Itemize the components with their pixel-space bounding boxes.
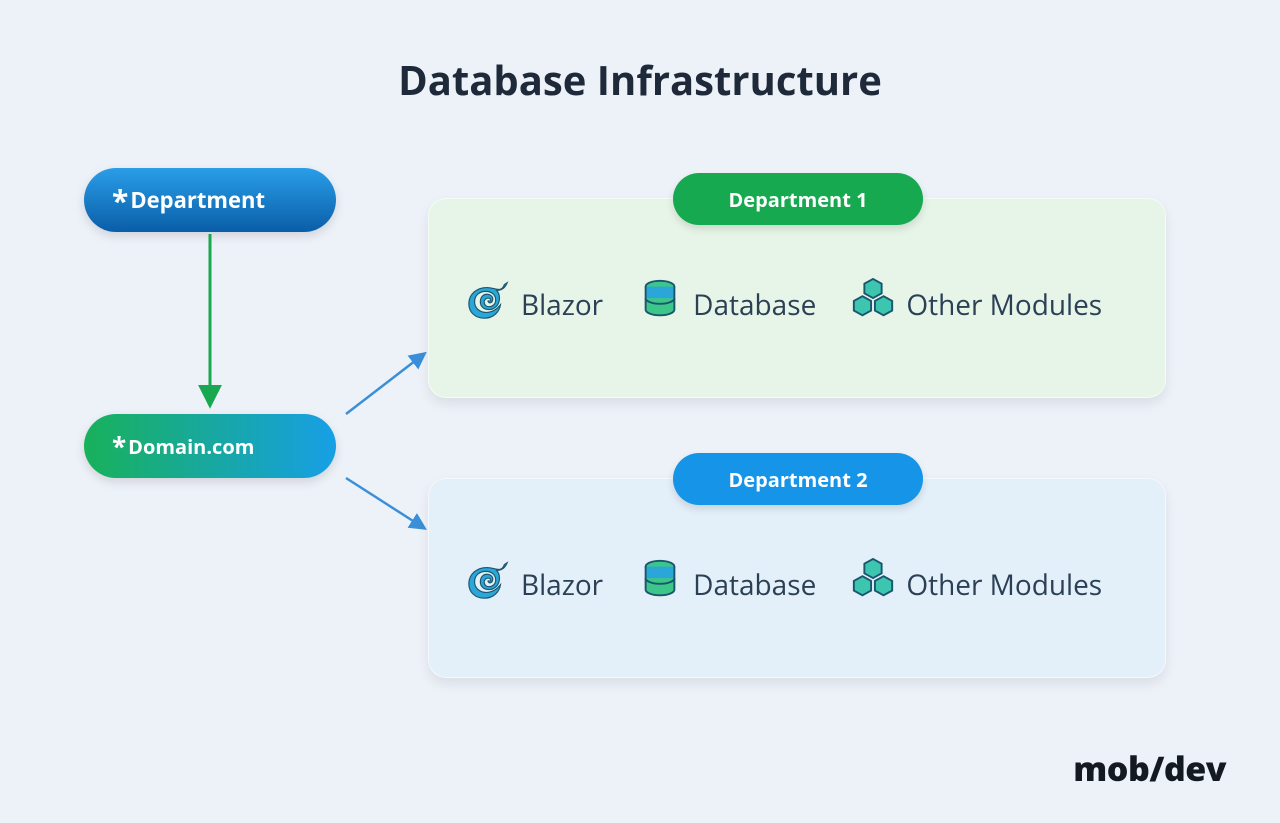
arrow-domain-to-dept1: [342, 348, 432, 418]
brand-part2: dev: [1164, 745, 1226, 791]
brand-part1: mob: [1073, 745, 1149, 791]
card1-modules: Blazor Database: [465, 277, 1145, 332]
node-department: *Department: [84, 168, 336, 232]
diagram-title: Database Infrastructure: [0, 52, 1280, 107]
card-department-1: Department 1 Blazor Database: [428, 198, 1166, 398]
brand-logo: mob/dev: [1073, 745, 1226, 791]
modules-icon: [850, 557, 896, 612]
module-blazor-label: Blazor: [521, 286, 603, 324]
brand-slash: /: [1149, 745, 1164, 791]
node-department-label: Department: [130, 185, 265, 215]
module-database: Database: [637, 277, 816, 332]
module-other: Other Modules: [850, 277, 1102, 332]
node-domain-label: Domain.com: [128, 433, 254, 460]
module-database-label: Database: [693, 286, 816, 324]
arrow-domain-to-dept2: [342, 474, 432, 536]
asterisk: *: [112, 180, 128, 221]
asterisk: *: [112, 428, 126, 464]
module-blazor-label: Blazor: [521, 566, 603, 604]
card-header-dept2: Department 2: [673, 453, 923, 505]
database-icon: [637, 557, 683, 612]
node-domain: *Domain.com: [84, 414, 336, 478]
card-header-dept1: Department 1: [673, 173, 923, 225]
blazor-icon: [465, 557, 511, 612]
module-other-label: Other Modules: [906, 566, 1102, 604]
module-blazor: Blazor: [465, 277, 603, 332]
module-other: Other Modules: [850, 557, 1102, 612]
database-icon: [637, 277, 683, 332]
blazor-icon: [465, 277, 511, 332]
module-database-label: Database: [693, 566, 816, 604]
module-database: Database: [637, 557, 816, 612]
module-other-label: Other Modules: [906, 286, 1102, 324]
modules-icon: [850, 277, 896, 332]
module-blazor: Blazor: [465, 557, 603, 612]
arrow-dept-to-domain: [195, 234, 225, 414]
card-department-2: Department 2 Blazor Database: [428, 478, 1166, 678]
card2-modules: Blazor Database: [465, 557, 1145, 612]
